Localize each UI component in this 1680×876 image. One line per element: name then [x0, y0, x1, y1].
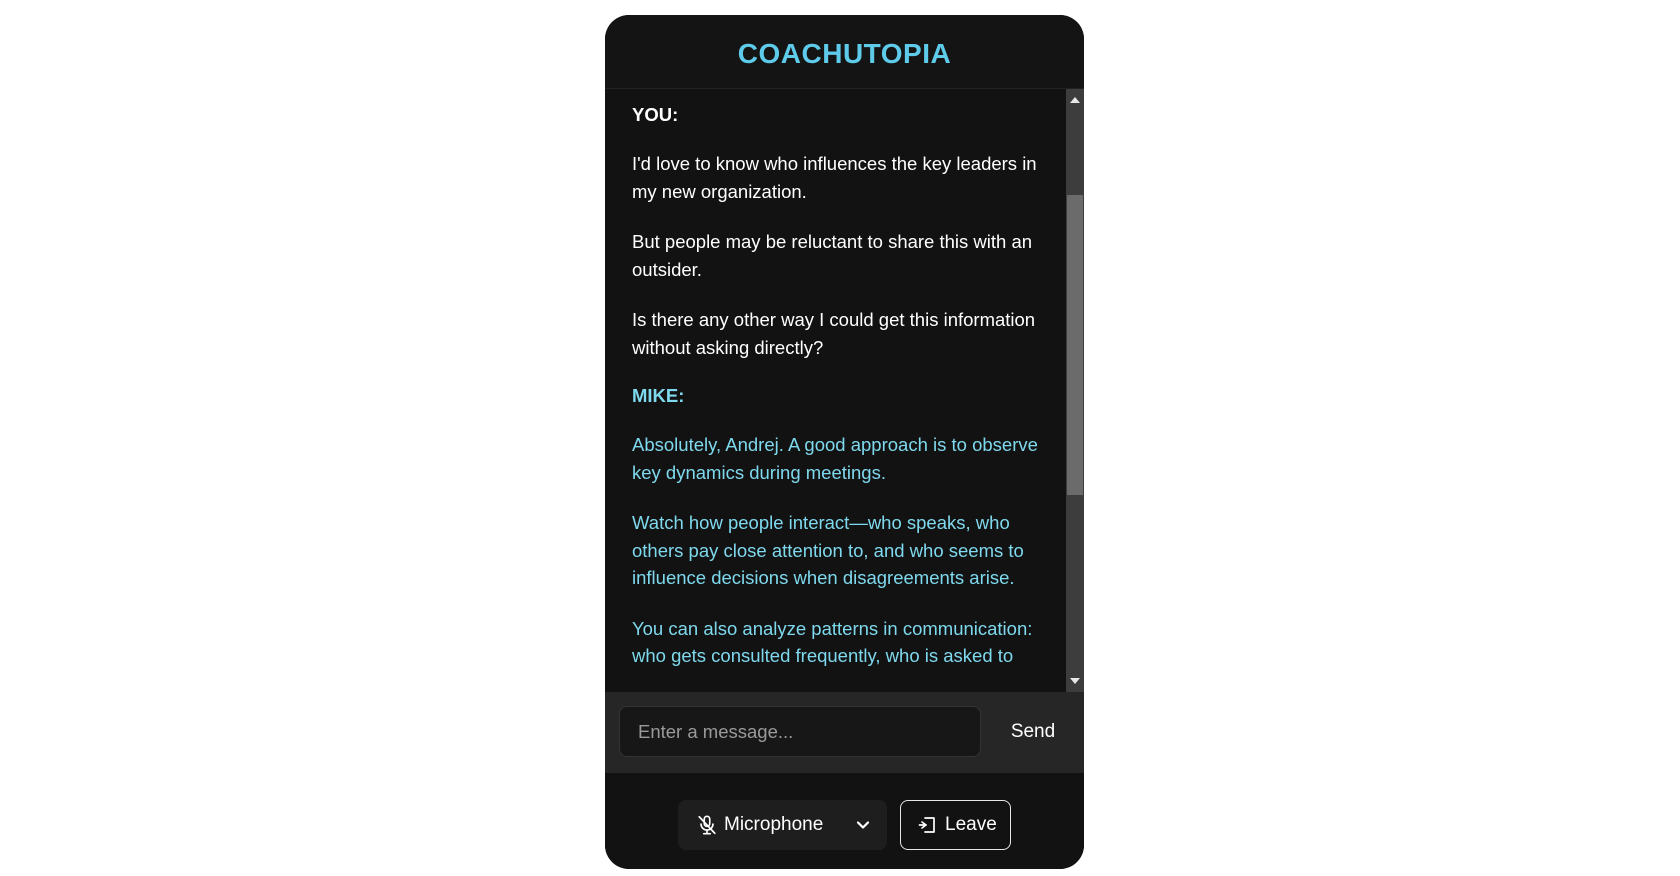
call-controls: Microphone Leave	[605, 773, 1084, 869]
user-message: I'd love to know who influences the key …	[632, 153, 1037, 202]
user-message: Is there any other way I could get this …	[632, 309, 1036, 358]
coach-message: You can also analyze patterns in communi…	[632, 617, 1033, 667]
leave-label: Leave	[945, 814, 997, 835]
leave-icon	[918, 817, 935, 833]
message-input[interactable]	[619, 706, 981, 757]
message-composer: Send	[605, 692, 1084, 773]
mic-off-icon	[698, 815, 716, 835]
speaker-label-mike: MIKE:	[632, 385, 685, 406]
header: COACHUTOPIA	[605, 15, 1084, 89]
scroll-up-arrow-icon[interactable]	[1070, 97, 1080, 103]
speaker-label-you: YOU:	[632, 104, 679, 125]
microphone-label: Microphone	[724, 814, 824, 835]
scrollbar-thumb[interactable]	[1067, 195, 1083, 495]
user-message: But people may be reluctant to share thi…	[632, 231, 1033, 280]
chat-transcript: YOU: I'd love to know who influences the…	[605, 89, 1084, 692]
message-list: YOU: I'd love to know who influences the…	[632, 89, 1042, 692]
chat-panel: COACHUTOPIA YOU: I'd love to know who in…	[605, 15, 1084, 869]
app-title: COACHUTOPIA	[737, 37, 952, 69]
microphone-select[interactable]: Microphone	[678, 800, 887, 850]
scroll-down-arrow-icon[interactable]	[1070, 678, 1080, 684]
coach-message: Absolutely, Andrej. A good approach is t…	[632, 434, 1038, 483]
send-button[interactable]: Send	[995, 706, 1071, 757]
coach-message: Watch how people interact—who speaks, wh…	[632, 512, 1024, 588]
leave-button[interactable]: Leave	[900, 800, 1011, 850]
chevron-down-icon[interactable]	[855, 817, 871, 833]
chat-scrollbar[interactable]	[1066, 89, 1084, 692]
